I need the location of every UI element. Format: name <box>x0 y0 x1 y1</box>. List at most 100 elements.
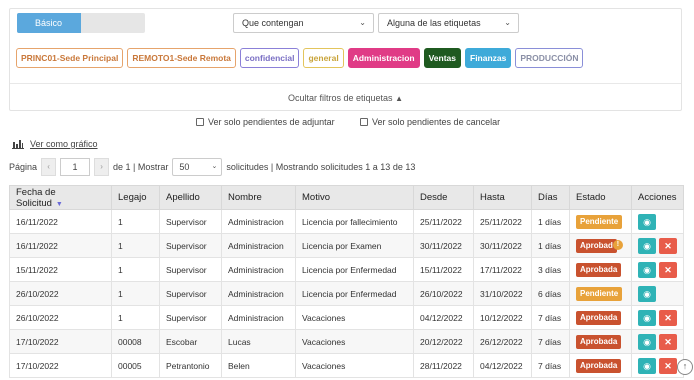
pending-cancel-checkbox[interactable] <box>360 118 368 126</box>
mode-basic-button[interactable]: Básico <box>17 13 81 33</box>
labels-select[interactable]: Alguna de las etiquetas ⌄ <box>378 13 519 33</box>
view-eye-icon[interactable]: ◉ <box>638 309 656 326</box>
table-cell: Licencia por Examen <box>295 233 414 258</box>
table-cell: 17/10/2022 <box>9 353 112 378</box>
tag-chip[interactable]: confidencial <box>239 48 300 68</box>
tag-list: PRINC01-Sede Principal REMOTO1-Sede Remot… <box>16 48 584 68</box>
table-cell: 10/12/2022 <box>473 305 532 330</box>
column-header[interactable]: Días <box>531 185 570 210</box>
table-cell: Supervisor <box>159 209 222 234</box>
column-header-label: Motivo <box>302 192 330 203</box>
contain-select[interactable]: Que contengan ⌄ <box>233 13 374 33</box>
tag-chip[interactable]: REMOTO1-Sede Remota <box>127 48 236 68</box>
column-header-label: Días <box>538 192 558 203</box>
status-cell: Pendiente <box>569 281 632 306</box>
sort-desc-icon[interactable]: ▼ <box>56 201 63 208</box>
tag-chip[interactable]: Administracion <box>347 48 420 68</box>
column-header[interactable]: Legajo <box>111 185 160 210</box>
column-header-label: Hasta <box>480 192 505 203</box>
table-cell: Petrantonio <box>159 353 222 378</box>
view-eye-icon[interactable]: ◉ <box>638 357 656 374</box>
table-cell: 28/11/2022 <box>413 353 474 378</box>
divider <box>10 83 681 84</box>
hide-tag-filters-label: Ocultar filtros de etiquetas <box>288 93 393 103</box>
table-cell: 20/12/2022 <box>413 329 474 354</box>
view-eye-icon[interactable]: ◉ <box>638 285 656 302</box>
delete-x-icon[interactable]: ✕ <box>659 261 677 278</box>
view-eye-icon[interactable]: ◉ <box>638 213 656 230</box>
column-header[interactable]: Apellido <box>159 185 222 210</box>
tag-chip[interactable]: Finanzas <box>465 48 512 68</box>
actions-cell: ◉ <box>631 281 684 306</box>
column-header-label: Fecha de Solicitud <box>16 186 56 209</box>
table-cell: 25/11/2022 <box>413 209 474 234</box>
table-cell: Administracion <box>221 305 296 330</box>
delete-x-icon[interactable]: ✕ <box>659 357 677 374</box>
table-cell: 26/12/2022 <box>473 329 532 354</box>
actions-cell: ◉ ✕ <box>631 353 684 378</box>
table-cell: Vacaciones <box>295 353 414 378</box>
table-cell: 17/10/2022 <box>9 329 112 354</box>
table-cell: Licencia por Enfermedad <box>295 257 414 282</box>
status-cell: Pendiente <box>569 209 632 234</box>
table-row: 26/10/2022 1 Supervisor Administracion Vacac… <box>9 305 684 330</box>
delete-x-icon[interactable]: ✕ <box>659 237 677 254</box>
status-badge-label: Aprobada <box>580 336 618 346</box>
column-header[interactable]: Acciones <box>631 185 684 210</box>
pending-attach-checkbox[interactable] <box>196 118 204 126</box>
table-cell: 1 <box>111 257 160 282</box>
tag-chip[interactable]: PRINC01-Sede Principal <box>16 48 124 68</box>
column-header[interactable]: Nombre <box>221 185 296 210</box>
column-header[interactable]: Motivo <box>295 185 414 210</box>
table-cell: 15/11/2022 <box>413 257 474 282</box>
next-page-button[interactable]: › <box>94 158 110 176</box>
table-cell: 25/11/2022 <box>473 209 532 234</box>
page-number-input[interactable]: 1 <box>60 158 91 176</box>
table-cell: 26/10/2022 <box>413 281 474 306</box>
status-badge-label: Pendiente <box>580 216 619 226</box>
per-page-value: 50 <box>179 162 190 172</box>
pending-cancel-filter[interactable]: Ver solo pendientes de cancelar <box>360 117 500 127</box>
prev-page-button[interactable]: ‹ <box>41 158 57 176</box>
tag-chip[interactable]: PRODUCCIÓN <box>515 48 584 68</box>
table-cell: 17/11/2022 <box>473 257 532 282</box>
table-cell: Lucas <box>221 329 296 354</box>
status-badge: Aprobada <box>576 358 622 373</box>
contain-select-value: Que contengan <box>242 18 304 28</box>
tag-chip[interactable]: general <box>303 48 344 68</box>
hide-tag-filters-link[interactable]: Ocultar filtros de etiquetas ▲ <box>10 93 681 103</box>
warning-icon: ! <box>612 239 623 250</box>
column-header-label: Legajo <box>118 192 147 203</box>
delete-x-icon[interactable]: ✕ <box>659 333 677 350</box>
view-as-chart-link[interactable]: Ver como gráfico <box>12 139 98 149</box>
view-eye-icon[interactable]: ◉ <box>638 261 656 278</box>
column-header[interactable]: Hasta <box>473 185 532 210</box>
table-cell: 1 <box>111 209 160 234</box>
scroll-to-top-button[interactable]: ↑ <box>677 359 693 375</box>
table-cell: 31/10/2022 <box>473 281 532 306</box>
actions-cell: ◉ ✕ <box>631 233 684 258</box>
table-cell: Supervisor <box>159 233 222 258</box>
labels-select-value: Alguna de las etiquetas <box>387 18 481 28</box>
bar-chart-icon <box>12 140 24 149</box>
view-eye-icon[interactable]: ◉ <box>638 237 656 254</box>
table-row: 26/10/2022 1 Supervisor Administracion Licen… <box>9 281 684 306</box>
table-cell: 7 días <box>531 329 570 354</box>
tag-chip[interactable]: Ventas <box>423 48 461 68</box>
status-badge-label: Aprobad <box>580 240 613 250</box>
view-eye-icon[interactable]: ◉ <box>638 333 656 350</box>
pager-summary: solicitudes | Mostrando solicitudes 1 a … <box>226 162 416 172</box>
table-cell: 04/12/2022 <box>473 353 532 378</box>
pending-attach-filter[interactable]: Ver solo pendientes de adjuntar <box>196 117 335 127</box>
page-label: Página <box>9 162 38 172</box>
table-cell: Supervisor <box>159 257 222 282</box>
column-header[interactable]: Estado <box>569 185 632 210</box>
mode-toggle[interactable]: Básico <box>17 13 145 33</box>
chevron-down-icon: ⌄ <box>211 163 218 170</box>
column-header[interactable]: Fecha de Solicitud ▼ <box>9 185 112 210</box>
status-cell: Aprobada <box>569 257 632 282</box>
pending-cancel-label: Ver solo pendientes de cancelar <box>372 117 501 127</box>
column-header[interactable]: Desde <box>413 185 474 210</box>
delete-x-icon[interactable]: ✕ <box>659 309 677 326</box>
per-page-select[interactable]: 50 ⌄ <box>172 158 223 176</box>
